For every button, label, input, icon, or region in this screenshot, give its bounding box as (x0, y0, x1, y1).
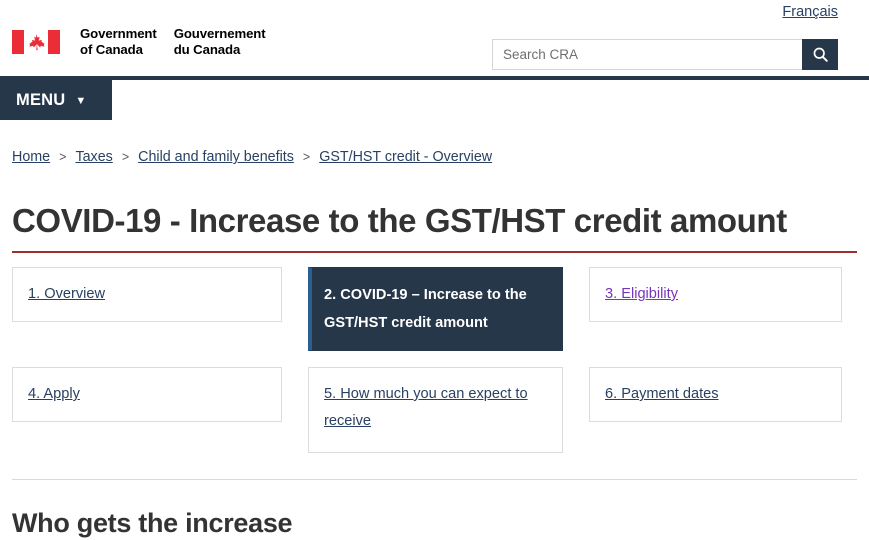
language-toggle-link[interactable]: Français (782, 0, 838, 22)
site-search (492, 39, 838, 70)
section-title-who-gets-the-increase: Who gets the increase (12, 508, 293, 538)
page-title: COVID-19 - Increase to the GST/HST credi… (12, 201, 857, 253)
tile-eligibility[interactable]: 3. Eligibility (589, 267, 842, 322)
wordmark-en-line2: of Canada (80, 42, 143, 57)
menu-button-label: MENU (16, 90, 66, 109)
tile-apply-link[interactable]: 4. Apply (28, 386, 80, 402)
breadcrumb-separator: > (302, 150, 311, 164)
breadcrumb-item-gst-hst-credit-overview[interactable]: GST/HST credit - Overview (319, 147, 492, 167)
section-navigation-tiles: 1. Overview 2. COVID-19 – Increase to th… (12, 267, 857, 453)
main-content: COVID-19 - Increase to the GST/HST credi… (0, 201, 869, 540)
tile-overview-link[interactable]: 1. Overview (28, 286, 105, 302)
breadcrumb-item-child-and-family-benefits[interactable]: Child and family benefits (138, 147, 294, 167)
government-of-canada-logo[interactable]: Government of Canada Gouvernement du Can… (12, 26, 266, 58)
tile-how-much-you-can-expect-to-receive[interactable]: 5. How much you can expect to receive (308, 367, 563, 453)
breadcrumb-separator: > (121, 150, 130, 164)
tile-payment-dates-link[interactable]: 6. Payment dates (605, 386, 719, 402)
breadcrumb: Home > Taxes > Child and family benefits… (0, 120, 869, 167)
tile-payment-dates[interactable]: 6. Payment dates (589, 367, 842, 422)
tile-how-much-link[interactable]: 5. How much you can expect to receive (324, 386, 528, 429)
wordmark-fr-line2: du Canada (173, 42, 241, 57)
tile-apply[interactable]: 4. Apply (12, 367, 282, 422)
wordmark-fr-line1: Gouvernement (173, 26, 266, 41)
goc-wordmark: Government of Canada Gouvernement du Can… (80, 26, 266, 58)
breadcrumb-item-home[interactable]: Home (12, 147, 50, 167)
tile-overview[interactable]: 1. Overview (12, 267, 282, 322)
canada-flag-icon (12, 30, 60, 54)
chevron-down-icon: ▼ (75, 94, 87, 107)
search-input[interactable] (492, 39, 802, 70)
search-submit-button[interactable] (802, 39, 838, 70)
menu-button[interactable]: MENU ▼ (0, 80, 112, 120)
tile-covid19-increase-current: 2. COVID-19 – Increase to the GST/HST cr… (308, 267, 563, 351)
site-header: Français Government of Canada Gouverneme… (0, 0, 869, 76)
wordmark-en-line1: Government (80, 26, 157, 41)
breadcrumb-item-taxes[interactable]: Taxes (75, 147, 112, 167)
section-divider (12, 479, 857, 480)
tile-eligibility-link[interactable]: 3. Eligibility (605, 286, 678, 302)
language-selection-bar: Français (0, 0, 869, 26)
site-menu-bar: MENU ▼ (0, 80, 869, 120)
tile-covid19-increase-label: 2. COVID-19 – Increase to the GST/HST cr… (324, 287, 527, 331)
search-icon (813, 47, 828, 62)
breadcrumb-separator: > (59, 150, 67, 164)
